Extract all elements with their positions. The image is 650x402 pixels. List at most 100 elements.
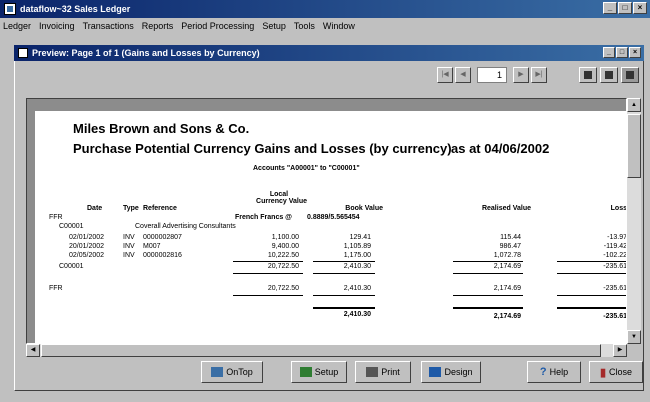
account-total-book: 2,410.30 [343, 263, 371, 270]
grand-total-rule [313, 307, 375, 309]
row-ref: 0000002816 [143, 252, 182, 259]
account-name: Coverall Advertising Consultants [135, 223, 236, 230]
row-book: 1,175.00 [343, 252, 371, 259]
preview-icon [18, 48, 28, 58]
ontop-icon [211, 367, 224, 377]
scroll-up-icon[interactable]: ▲ [627, 98, 641, 112]
report-title: Purchase Potential Currency Gains and Lo… [73, 141, 452, 156]
row-local: 1,100.00 [271, 234, 299, 241]
close-window-button[interactable]: × [633, 2, 647, 14]
subtotal-rule [313, 295, 375, 296]
horizontal-scrollbar[interactable]: ◀ ▶ [26, 344, 627, 357]
help-icon: ? [539, 366, 547, 378]
printer-icon [366, 367, 379, 377]
subtotal-rule [557, 273, 626, 274]
row-ref: M007 [143, 243, 161, 250]
design-button[interactable]: Design [421, 361, 481, 383]
grand-total-loss: -235.61 [603, 313, 627, 320]
row-type: INV [123, 252, 135, 259]
vertical-scrollbar[interactable]: ▲ ▼ [627, 98, 641, 344]
prev-page-button[interactable]: ◀ [455, 67, 471, 83]
setup-icon [299, 367, 312, 377]
next-page-button[interactable]: ▶ [513, 67, 529, 83]
help-button[interactable]: ? Help [527, 361, 581, 383]
report-page: Miles Brown and Sons & Co. Purchase Pote… [35, 111, 627, 343]
subtotal-rule [313, 261, 375, 262]
col-local-2: Currency Value [256, 198, 307, 205]
vertical-scroll-thumb[interactable] [627, 114, 641, 178]
grand-total-book: 2,410.30 [343, 311, 371, 318]
subtotal-rule [313, 273, 375, 274]
preview-title: Preview: Page 1 of 1 (Gains and Losses b… [32, 48, 260, 58]
menu-bar: Ledger Invoicing Transactions Reports Pe… [0, 18, 650, 34]
menu-ledger[interactable]: Ledger [3, 21, 31, 31]
row-book: 1,105.89 [343, 243, 371, 250]
subtotal-rule [453, 261, 523, 262]
minimize-button[interactable]: _ [603, 2, 617, 14]
first-page-button[interactable]: |◀ [437, 67, 453, 83]
row-date: 20/01/2002 [69, 243, 105, 250]
account-total-realised: 2,174.69 [493, 263, 521, 270]
preview-close-button[interactable]: × [629, 47, 641, 58]
account-total-label: C00001 [59, 263, 84, 270]
subtotal-rule [557, 261, 626, 262]
row-loss: -119.42 [603, 243, 627, 250]
col-reference: Reference [143, 205, 177, 212]
ontop-button[interactable]: OnTop [201, 361, 263, 383]
account-total-local: 20,722.50 [267, 263, 299, 270]
scroll-right-icon[interactable]: ▶ [613, 344, 627, 357]
subtotal-rule [557, 295, 626, 296]
currency-total-loss: -235.61 [603, 285, 627, 292]
menu-period-processing[interactable]: Period Processing [181, 21, 254, 31]
account-total-loss: -235.61 [603, 263, 627, 270]
row-loss: -102.22 [603, 252, 627, 259]
setup-button[interactable]: Setup [291, 361, 347, 383]
subtotal-rule [453, 273, 523, 274]
row-date: 02/01/2002 [69, 234, 105, 241]
menu-tools[interactable]: Tools [294, 21, 315, 31]
row-local: 9,400.00 [271, 243, 299, 250]
subtotal-rule [233, 261, 303, 262]
subtotal-rule [453, 295, 523, 296]
horizontal-scroll-thumb[interactable] [41, 344, 601, 357]
row-date: 02/05/2002 [69, 252, 105, 259]
report-company: Miles Brown and Sons & Co. [73, 121, 250, 136]
page-number-input[interactable]: 1 [477, 67, 507, 83]
design-icon [429, 367, 442, 377]
door-icon: ▮ [599, 366, 607, 379]
app-title-bar[interactable]: dataflow~32 Sales Ledger _ □ × [0, 0, 650, 18]
row-local: 10,222.50 [267, 252, 299, 259]
currency-total-local: 20,722.50 [267, 285, 299, 292]
row-ref: 0000002807 [143, 234, 182, 241]
row-type: INV [123, 234, 135, 241]
zoom-actual-icon[interactable] [621, 67, 639, 83]
last-page-button[interactable]: ▶| [531, 67, 547, 83]
col-date: Date [87, 205, 103, 212]
menu-transactions[interactable]: Transactions [83, 21, 134, 31]
preview-button-bar: OnTop Setup Print Design ? Help ▮ Close [15, 361, 645, 389]
report-viewport[interactable]: Miles Brown and Sons & Co. Purchase Pote… [26, 98, 627, 344]
row-realised: 986.47 [499, 243, 521, 250]
preview-maximize-button[interactable]: □ [616, 47, 628, 58]
scroll-down-icon[interactable]: ▼ [627, 330, 641, 344]
report-accounts-range: Accounts "A00001" to "C00001" [253, 165, 360, 172]
app-icon [4, 3, 16, 15]
preview-title-bar[interactable]: Preview: Page 1 of 1 (Gains and Losses b… [14, 45, 644, 61]
menu-setup[interactable]: Setup [262, 21, 286, 31]
close-button[interactable]: ▮ Close [589, 361, 643, 383]
row-realised: 1,072.78 [493, 252, 521, 259]
print-button[interactable]: Print [355, 361, 411, 383]
menu-invoicing[interactable]: Invoicing [39, 21, 75, 31]
menu-reports[interactable]: Reports [142, 21, 174, 31]
report-date: as at 04/06/2002 [451, 141, 550, 156]
scroll-left-icon[interactable]: ◀ [26, 344, 40, 357]
preview-minimize-button[interactable]: _ [603, 47, 615, 58]
grand-total-rule [557, 307, 626, 309]
maximize-button[interactable]: □ [618, 2, 632, 14]
currency-code: FFR [49, 214, 63, 221]
menu-window[interactable]: Window [323, 21, 355, 31]
col-local-1: Local [269, 191, 289, 198]
row-loss: -13.97 [607, 234, 627, 241]
zoom-page-icon[interactable] [579, 67, 597, 83]
zoom-width-icon[interactable] [600, 67, 618, 83]
